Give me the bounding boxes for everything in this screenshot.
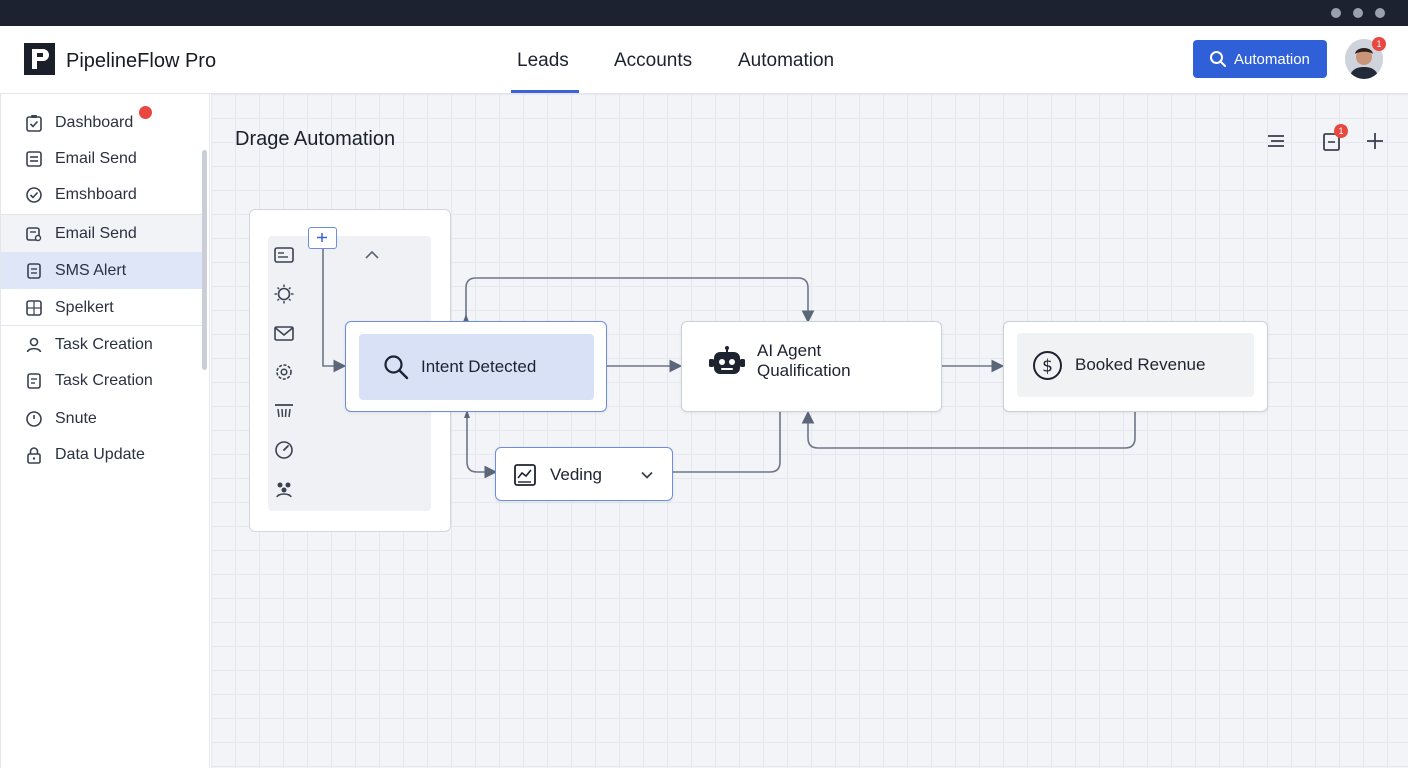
sidebar-item-data-update[interactable]: Data Update: [1, 436, 207, 473]
chart-icon: [514, 464, 536, 486]
clipboard-check-icon: [26, 115, 42, 132]
sidebar-item-emshboard[interactable]: Emshboard: [1, 176, 207, 213]
list-icon: [26, 151, 42, 167]
dollar-icon: $: [1033, 351, 1062, 380]
lock-icon: [27, 447, 41, 464]
flow-node-ai-agent[interactable]: AI Agent Qualification: [681, 321, 942, 412]
sidebar-item-label: Task Creation: [55, 372, 153, 389]
add-step-button[interactable]: [308, 227, 337, 249]
app-header: PipelineFlow Pro Leads Accounts Automati…: [0, 26, 1408, 94]
sidebar-item-label: Data Update: [55, 446, 145, 463]
automation-button[interactable]: Automation: [1193, 40, 1327, 78]
sidebar-item-email-send-2[interactable]: Email Send: [1, 215, 207, 252]
sidebar-item-label: Snute: [55, 410, 97, 427]
window-dot-icon[interactable]: [1353, 8, 1363, 18]
sidebar-item-label: Emshboard: [55, 186, 137, 203]
sidebar-item-email-send[interactable]: Email Send: [1, 140, 207, 177]
notification-dot: [139, 106, 152, 119]
node-label-line1: AI Agent: [757, 341, 822, 360]
sidebar-item-task-creation[interactable]: Task Creation: [1, 326, 207, 363]
card-icon[interactable]: [273, 244, 295, 266]
window-dot-icon[interactable]: [1375, 8, 1385, 18]
node-label: Veding: [550, 465, 602, 484]
check-circle-icon: [26, 187, 42, 203]
people-icon[interactable]: [273, 478, 295, 500]
node-label-line2: Qualification: [757, 361, 851, 380]
chevron-up-icon[interactable]: [363, 246, 381, 264]
sidebar-item-label: Email Send: [55, 225, 137, 242]
user-icon: [26, 337, 42, 353]
canvas-title: Drage Automation: [235, 128, 396, 150]
spreadsheet-icon: [26, 300, 42, 316]
node-label: Intent Detected: [421, 357, 537, 376]
search-icon: [1210, 51, 1226, 67]
timer-icon: [26, 411, 42, 427]
sun-icon[interactable]: [273, 283, 295, 305]
robot-icon: [709, 346, 745, 374]
flow-node-veding[interactable]: Veding: [495, 447, 673, 501]
app-title: PipelineFlow Pro: [66, 50, 217, 72]
sidebar-item-label: Dashboard: [55, 114, 134, 131]
sidebar-scrollbar[interactable]: [202, 150, 207, 370]
sidebar-item-snute[interactable]: Snute: [1, 400, 207, 437]
tab-accounts[interactable]: Accounts: [614, 50, 692, 72]
window-titlebar: [0, 0, 1408, 26]
flow-node-intent-detected[interactable]: Intent Detected: [345, 321, 607, 412]
notification-badge: 1: [1372, 37, 1386, 51]
mail-icon[interactable]: [273, 322, 295, 344]
sidebar-item-label: Spelkert: [55, 299, 114, 316]
sidebar-item-label: SMS Alert: [55, 262, 127, 279]
connector-plus-icon: [317, 233, 327, 242]
settings-icon[interactable]: [273, 361, 295, 383]
sidebar: Dashboard Email Send Emshboard Email Sen…: [0, 94, 210, 768]
sidebar-item-label: Email Send: [55, 150, 137, 167]
node-label: Booked Revenue: [1075, 355, 1206, 374]
document-icon: [27, 263, 41, 279]
chevron-down-icon[interactable]: [639, 467, 655, 483]
automation-button-label: Automation: [1234, 51, 1310, 68]
active-tab-indicator: [511, 90, 579, 93]
window-dot-icon[interactable]: [1331, 8, 1341, 18]
logo-icon: [24, 43, 55, 75]
sidebar-item-spelkert[interactable]: Spelkert: [1, 289, 207, 326]
filter-list-icon[interactable]: [1265, 130, 1287, 152]
document-icon: [27, 373, 41, 389]
sidebar-item-label: Task Creation: [55, 336, 153, 353]
toolbar-badge: 1: [1334, 124, 1348, 138]
gauge-icon[interactable]: [273, 439, 295, 461]
funnel-icon[interactable]: [273, 400, 295, 422]
tab-automation[interactable]: Automation: [738, 50, 834, 72]
sidebar-item-sms-alert[interactable]: SMS Alert: [1, 252, 207, 289]
tab-leads[interactable]: Leads: [517, 50, 569, 72]
search-icon: [384, 355, 409, 380]
mail-search-icon: [26, 227, 42, 242]
sidebar-item-task-creation-2[interactable]: Task Creation: [1, 362, 207, 399]
flow-node-booked-revenue[interactable]: $ Booked Revenue: [1003, 321, 1268, 412]
sidebar-item-dashboard[interactable]: Dashboard: [1, 104, 207, 141]
plus-icon[interactable]: [1364, 130, 1386, 152]
svg-text:$: $: [1042, 357, 1053, 377]
